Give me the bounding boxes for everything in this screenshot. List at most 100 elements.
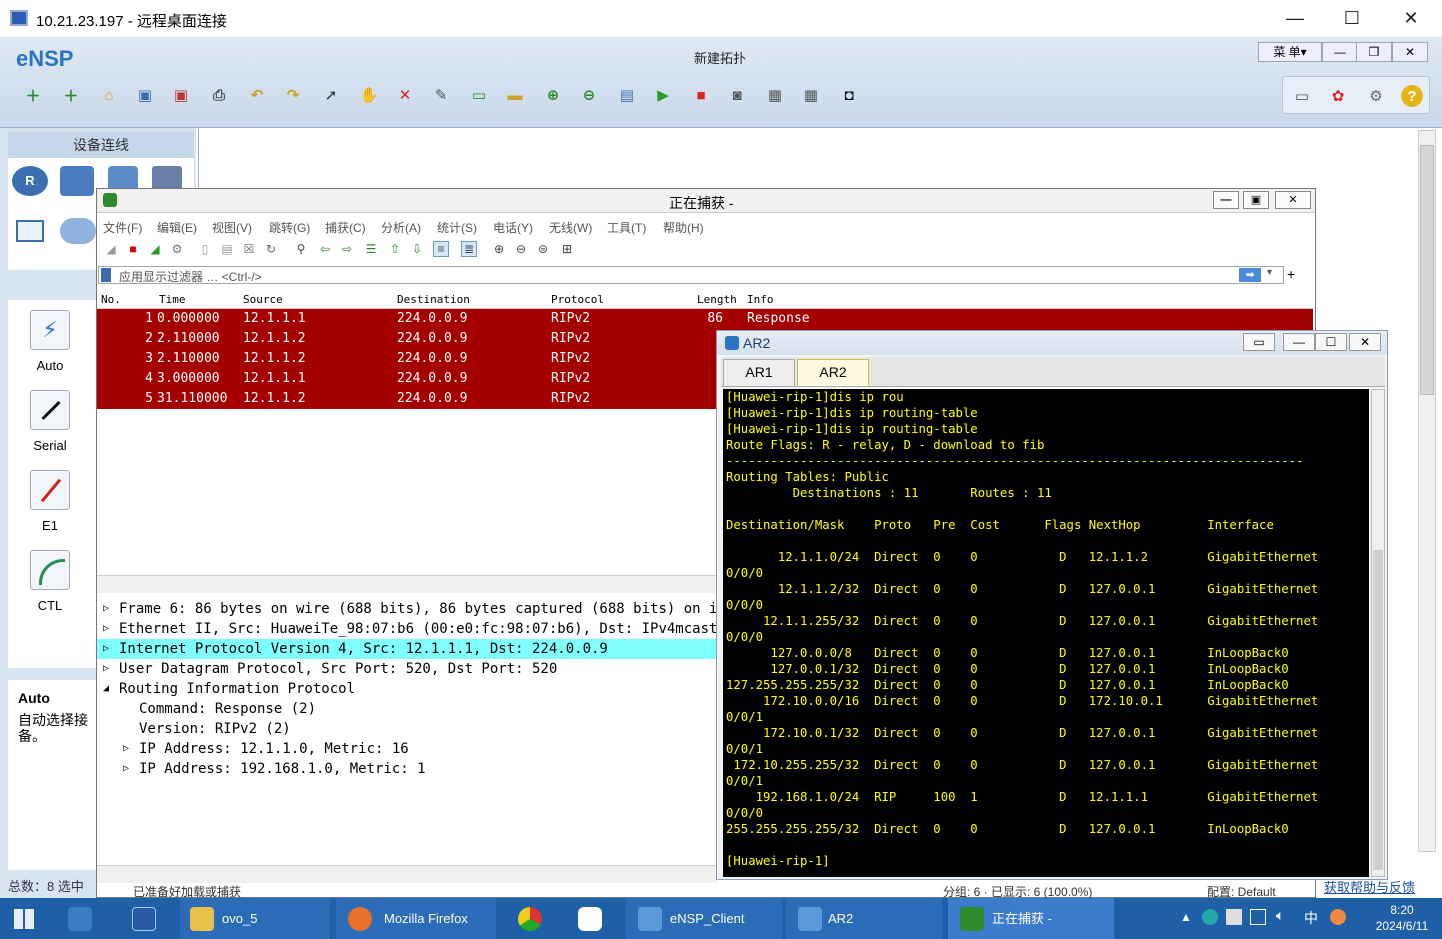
menu-edit[interactable]: 编辑(E) [157, 219, 197, 236]
taskbar-powershell[interactable] [118, 898, 174, 939]
col-length[interactable]: Length [697, 293, 737, 306]
taskbar-item-folder[interactable]: ovo_5 [180, 898, 330, 939]
go-back-icon[interactable]: ⇦ [317, 241, 333, 257]
expand-arrow-icon[interactable]: ▷ [123, 739, 129, 759]
detail-line[interactable]: Version: RIPv2 (2) [97, 719, 717, 739]
detail-line[interactable]: ▷ User Datagram Protocol, Src Port: 520, … [97, 659, 717, 679]
first-packet-icon[interactable]: ⇧ [387, 241, 403, 257]
last-packet-icon[interactable]: ⇩ [409, 241, 425, 257]
tray-edge-icon[interactable] [1202, 909, 1218, 925]
huawei-logo-icon[interactable]: ✿ [1327, 85, 1349, 107]
capture-icon[interactable]: ◙ [726, 84, 748, 106]
stop-device-icon[interactable]: ■ [690, 84, 712, 106]
wireshark-close-button[interactable]: ✕ [1275, 191, 1311, 209]
filter-dropdown-icon[interactable]: ▾ [1267, 267, 1272, 278]
redo-icon[interactable]: ↷ [282, 84, 304, 106]
menu-wireless[interactable]: 无线(W) [549, 219, 592, 236]
new-lab-icon[interactable]: ＋ [60, 84, 82, 106]
tray-flag-icon[interactable] [1226, 909, 1242, 925]
e1-cable-icon[interactable] [30, 470, 70, 510]
cli-scrollbar[interactable] [1371, 389, 1385, 877]
zoom-fit-icon[interactable]: ⊖ [578, 84, 600, 106]
tray-sogou-icon[interactable] [1330, 909, 1346, 925]
open-icon[interactable]: ⌂ [98, 84, 120, 106]
taskbar-network-app[interactable] [54, 898, 110, 939]
rdp-maximize-button[interactable]: ☐ [1337, 8, 1367, 29]
ensp-restore-button[interactable]: ❐ [1356, 42, 1392, 62]
ar2-maximize-button[interactable]: ☐ [1315, 333, 1347, 351]
expand-arrow-icon[interactable]: ▷ [103, 619, 109, 639]
detail-line[interactable]: ▷ IP Address: 12.1.1.0, Metric: 16 [97, 739, 717, 759]
taskbar-item-ensp[interactable]: eNSP_Client [626, 898, 782, 939]
ensp-minimize-button[interactable]: — [1322, 42, 1358, 62]
save-icon[interactable]: ▣ [134, 84, 156, 106]
detail-line[interactable]: ◢ Routing Information Protocol [97, 679, 717, 699]
detail-line[interactable]: Command: Response (2) [97, 699, 717, 719]
ctl-cable-icon[interactable] [30, 550, 70, 590]
rdp-close-button[interactable]: ✕ [1396, 8, 1426, 29]
col-time[interactable]: Time [159, 293, 186, 306]
expand-arrow-icon[interactable]: ▷ [103, 599, 109, 619]
ensp-menu-button[interactable]: 菜 单▾ [1258, 42, 1322, 62]
expand-arrow-icon[interactable]: ▷ [103, 639, 109, 659]
grid-icon[interactable]: ▦ [800, 84, 822, 106]
col-source[interactable]: Source [243, 293, 283, 306]
delete-icon[interactable]: ✕ [394, 84, 416, 106]
resize-columns-icon[interactable]: ⊞ [559, 241, 575, 257]
undo-icon[interactable]: ↶ [246, 84, 268, 106]
chat-icon[interactable]: ▭ [1291, 85, 1313, 107]
open-file-icon[interactable]: ▯ [197, 241, 213, 257]
detail-line[interactable]: ▷ Internet Protocol Version 4, Src: 12.1.… [97, 639, 717, 659]
display-filter-input[interactable]: 应用显示过滤器 … <Ctrl-/> ➡ ▾ [98, 266, 1284, 284]
close-file-icon[interactable]: ☒ [241, 241, 257, 257]
cli-icon[interactable]: ▦ [764, 84, 786, 106]
go-to-packet-icon[interactable]: ☰ [363, 241, 379, 257]
tray-volume-icon[interactable]: 🔈︎ [1276, 907, 1284, 924]
detail-line[interactable]: ▷ Ethernet II, Src: HuaweiTe_98:07:b6 (00… [97, 619, 743, 639]
go-forward-icon[interactable]: ⇨ [339, 241, 355, 257]
topology-view-icon[interactable]: ▤ [616, 84, 638, 106]
ar2-restore-button[interactable]: ▭ [1243, 333, 1275, 351]
zoom-normal-icon[interactable]: ⊜ [535, 241, 551, 257]
menu-statistics[interactable]: 统计(S) [437, 219, 477, 236]
packet-details-hscroll[interactable] [97, 865, 717, 883]
detail-line[interactable]: ▷ Frame 6: 86 bytes on wire (688 bits), 8… [97, 599, 751, 619]
col-info[interactable]: Info [747, 293, 774, 306]
serial-cable-icon[interactable] [30, 390, 70, 430]
save-as-icon[interactable]: ▣ [170, 84, 192, 106]
ar2-minimize-button[interactable]: — [1283, 333, 1315, 351]
menu-help[interactable]: 帮助(H) [663, 219, 704, 236]
wireshark-maximize-button[interactable]: ▣ [1243, 191, 1269, 209]
cli-scroll-thumb[interactable] [1373, 550, 1383, 870]
taskbar-item-firefox[interactable]: Mozilla Firefox [336, 898, 496, 939]
menu-analyze[interactable]: 分析(A) [381, 219, 421, 236]
zoom-in-icon[interactable]: ⊕ [491, 241, 507, 257]
find-packet-icon[interactable]: ⚲ [293, 241, 309, 257]
rectangle-icon[interactable]: ▬ [504, 84, 526, 106]
cloud-icon[interactable] [60, 218, 96, 244]
taskbar-app-colorful[interactable] [564, 898, 620, 939]
menu-capture[interactable]: 捕获(C) [325, 219, 366, 236]
rdp-minimize-button[interactable]: — [1280, 8, 1310, 29]
pc-icon[interactable] [16, 220, 44, 242]
delete-link-icon[interactable]: ✎ [430, 84, 452, 106]
help-icon[interactable]: ? [1401, 85, 1423, 107]
expand-arrow-icon[interactable]: ▷ [103, 659, 109, 679]
col-no[interactable]: No. [101, 293, 121, 306]
start-capture-icon[interactable]: ◢ [103, 241, 119, 257]
print-icon[interactable]: ⎙ [208, 84, 230, 106]
packet-list-hscroll[interactable] [97, 575, 717, 593]
bookmark-icon[interactable] [101, 268, 111, 282]
settings-gear-icon[interactable]: ⚙ [1365, 85, 1387, 107]
packet-row[interactable]: 1 0.000000 12.1.1.1 224.0.0.9 RIPv2 86 Respons… [97, 309, 1313, 329]
router-icon[interactable]: R [12, 166, 48, 196]
menu-file[interactable]: 文件(F) [103, 219, 142, 236]
expand-arrow-icon[interactable]: ◢ [103, 679, 109, 699]
taskbar-item-ar2[interactable]: AR2 [786, 898, 942, 939]
start-device-icon[interactable]: ▶ [652, 84, 674, 106]
menu-go[interactable]: 跳转(G) [269, 219, 310, 236]
switch-icon[interactable] [60, 166, 94, 196]
menu-view[interactable]: 视图(V) [212, 219, 252, 236]
taskbar-item-wireshark[interactable]: 正在捕获 - [948, 898, 1114, 939]
expand-arrow-icon[interactable]: ▷ [123, 759, 129, 779]
